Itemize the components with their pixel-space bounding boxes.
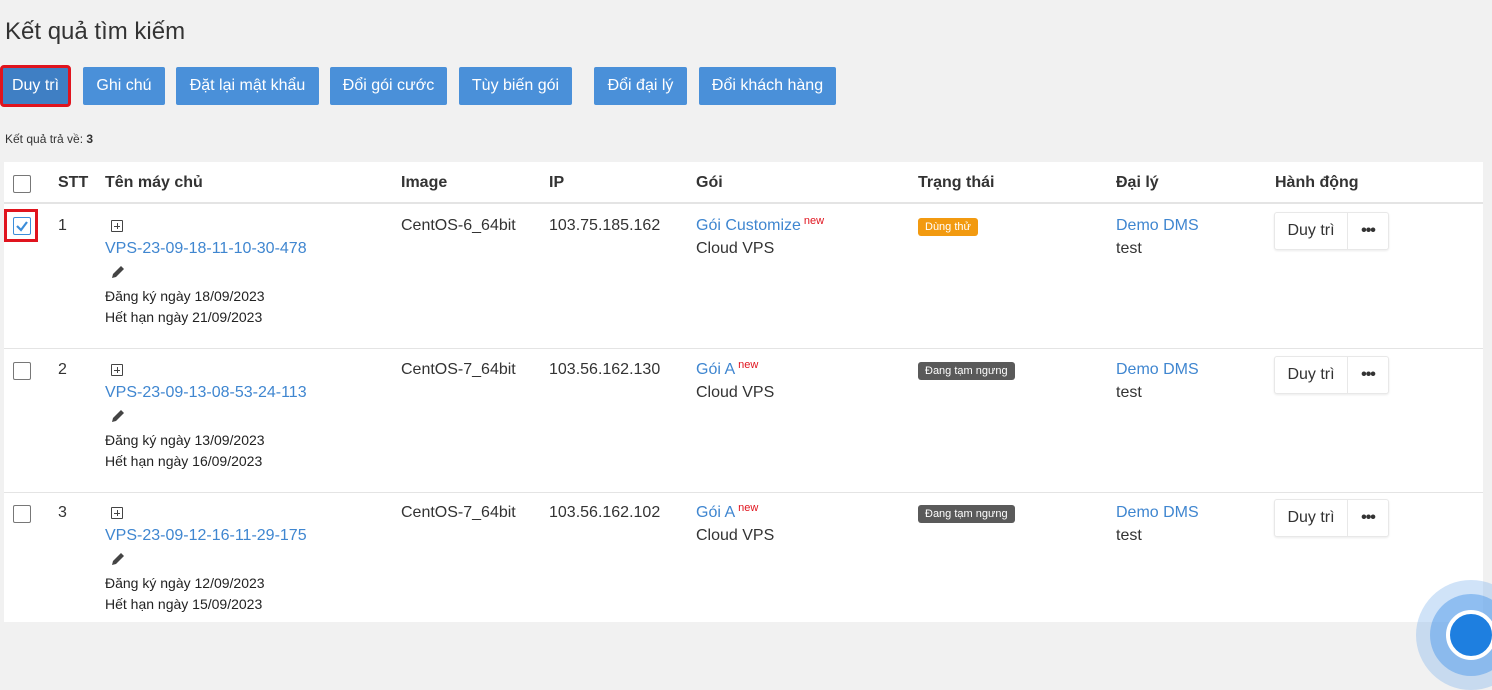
row-image: CentOS-7_64bit [401,361,516,378]
change-plan-button[interactable]: Đổi gói cước [330,67,447,105]
row-checkbox[interactable] [13,217,31,235]
new-tag: new [738,502,759,514]
table-row: 1 VPS-23-09-18-11-10-30-478 Đăng ký ngày… [4,205,1483,349]
edit-icon[interactable] [110,408,126,429]
checkmark-icon [16,221,28,232]
row-stt: 2 [58,361,67,378]
table-row: 2 VPS-23-09-13-08-53-24-113 Đăng ký ngày… [4,349,1483,493]
expand-icon[interactable] [111,220,123,232]
row-checkbox[interactable] [13,505,31,523]
row-image: CentOS-7_64bit [401,504,516,521]
row-stt: 3 [58,504,67,521]
more-options-icon[interactable]: ••• [1348,500,1388,536]
plan-link[interactable]: Gói Customize [696,217,801,234]
expiry-date: Hết hạn ngày 21/09/2023 [105,309,263,325]
plan-link[interactable]: Gói A [696,504,735,521]
renew-row-button[interactable]: Duy trì [1275,357,1348,393]
result-count-value: 3 [86,132,94,146]
reset-password-button[interactable]: Đặt lại mật khẩu [176,67,319,105]
renew-row-button[interactable]: Duy trì [1275,213,1348,249]
agent-link[interactable]: Demo DMS [1116,504,1199,522]
customize-plan-button[interactable]: Tùy biến gói [459,67,572,105]
more-options-icon[interactable]: ••• [1348,213,1388,249]
new-tag: new [738,359,759,371]
plan-cell: Gói Anew [696,359,759,379]
row-ip: 103.56.162.102 [549,504,661,521]
edit-icon[interactable] [110,551,126,572]
agent-link[interactable]: Demo DMS [1116,217,1199,235]
table-row: 3 VPS-23-09-12-16-11-29-175 Đăng ký ngày… [4,492,1483,636]
row-action-group: Duy trì ••• [1274,499,1389,537]
registered-date: Đăng ký ngày 18/09/2023 [105,288,265,304]
expand-icon[interactable] [111,364,123,376]
expiry-date: Hết hạn ngày 15/09/2023 [105,596,263,612]
row-action-group: Duy trì ••• [1274,356,1389,394]
plan-type: Cloud VPS [696,384,775,401]
registered-date: Đăng ký ngày 12/09/2023 [105,575,265,591]
header-action: Hành động [1275,174,1359,191]
result-count-label: Kết quả trả về: [5,132,84,146]
row-ip: 103.56.162.130 [549,361,661,378]
row-action-group: Duy trì ••• [1274,212,1389,250]
plan-link[interactable]: Gói A [696,361,735,378]
header-status: Trạng thái [918,174,995,191]
row-image: CentOS-6_64bit [401,217,516,234]
edit-icon[interactable] [110,264,126,285]
expand-icon[interactable] [111,507,123,519]
header-name: Tên máy chủ [105,174,203,191]
more-options-icon[interactable]: ••• [1348,357,1388,393]
plan-type: Cloud VPS [696,240,775,257]
server-name-link[interactable]: VPS-23-09-13-08-53-24-113 [105,384,307,402]
plan-cell: Gói Customize new [696,215,825,235]
registered-date: Đăng ký ngày 13/09/2023 [105,432,265,448]
new-tag: new [803,215,825,227]
result-count: Kết quả trả về: 3 [5,132,93,146]
server-name-link[interactable]: VPS-23-09-12-16-11-29-175 [105,527,307,545]
header-image: Image [401,174,448,191]
header-ip: IP [549,174,565,191]
header-plan: Gói [696,174,723,191]
status-badge: Đang tạm ngưng [918,505,1015,523]
plan-type: Cloud VPS [696,527,775,544]
vps-table: STT Tên máy chủ Image IP Gói Trạng thái … [4,162,1483,622]
header-stt: STT [58,174,89,191]
plan-cell: Gói Anew [696,502,759,522]
customer-name: test [1116,527,1142,544]
header-agent: Đại lý [1116,174,1159,191]
renew-button[interactable]: Duy trì [0,65,71,107]
change-agent-button[interactable]: Đổi đại lý [594,67,687,105]
change-customer-button[interactable]: Đổi khách hàng [699,67,836,105]
expiry-date: Hết hạn ngày 16/09/2023 [105,453,263,469]
status-badge: Đang tạm ngưng [918,362,1015,380]
agent-link[interactable]: Demo DMS [1116,361,1199,379]
row-checkbox[interactable] [13,362,31,380]
renew-row-button[interactable]: Duy trì [1275,500,1348,536]
server-name-link[interactable]: VPS-23-09-18-11-10-30-478 [105,240,307,258]
customer-name: test [1116,240,1142,257]
page-title: Kết quả tìm kiếm [5,18,186,45]
customer-name: test [1116,384,1142,401]
note-button[interactable]: Ghi chú [83,67,165,105]
row-ip: 103.75.185.162 [549,217,661,234]
status-badge: Dùng thử [918,218,978,236]
table-header: STT Tên máy chủ Image IP Gói Trạng thái … [4,162,1483,204]
row-stt: 1 [58,217,67,234]
select-all-checkbox[interactable] [13,175,31,193]
